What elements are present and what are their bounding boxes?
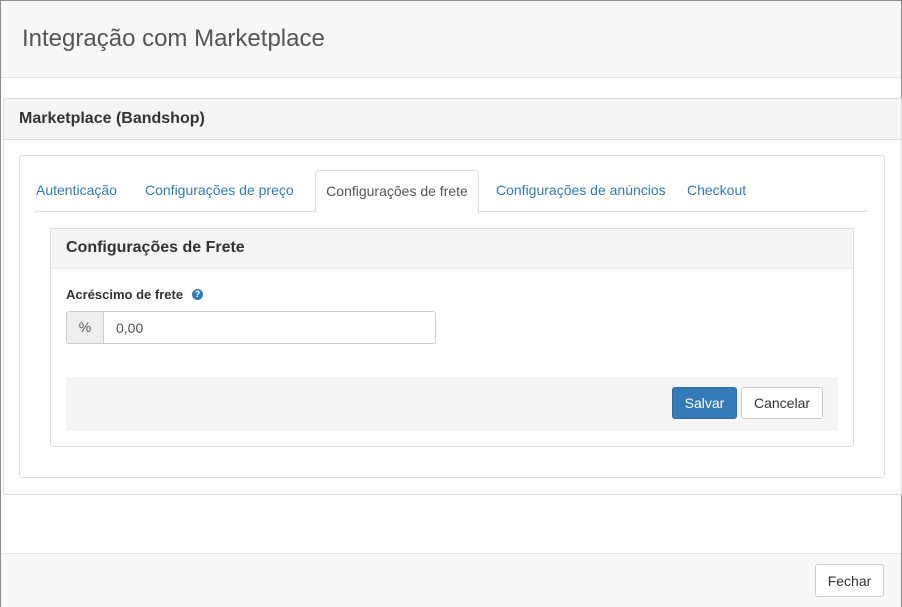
panel-title: Marketplace (Bandshop)	[19, 110, 205, 127]
acrescimo-frete-input-group: %	[66, 311, 436, 344]
modal-title: Integração com Marketplace	[22, 25, 325, 52]
tab-label: Autenticação	[36, 182, 117, 198]
frete-panel-heading: Configurações de Frete	[51, 229, 853, 269]
percent-addon: %	[66, 311, 104, 344]
tab-configuracoes-frete[interactable]: Configurações de frete	[315, 170, 479, 213]
tab-label: Configurações de anúncios	[496, 182, 666, 198]
marketplace-panel: Marketplace (Bandshop) Autenticação Conf…	[3, 98, 902, 495]
save-button[interactable]: Salvar	[672, 387, 737, 419]
panel-heading: Marketplace (Bandshop)	[4, 99, 901, 140]
marketplace-modal: Integração com Marketplace Marketplace (…	[0, 0, 902, 607]
tab-checkout[interactable]: Checkout	[687, 170, 747, 211]
tab-label: Configurações de frete	[326, 183, 468, 199]
tab-bar: Autenticação Configurações de preço Conf…	[34, 170, 868, 213]
tab-label: Checkout	[687, 182, 747, 198]
modal-header: Integração com Marketplace	[1, 1, 901, 78]
frete-panel: Configurações de Frete Acréscimo de fret…	[50, 228, 854, 447]
acrescimo-frete-input[interactable]	[103, 311, 436, 344]
acrescimo-frete-label: Acréscimo de frete	[66, 287, 184, 302]
tabs-container: Autenticação Configurações de preço Conf…	[19, 155, 885, 478]
tab-label: Configurações de preço	[145, 182, 294, 198]
form-actions: Salvar Cancelar	[66, 377, 838, 431]
tab-configuracoes-anuncios[interactable]: Configurações de anúncios	[496, 170, 666, 211]
close-button[interactable]: Fechar	[815, 564, 884, 597]
frete-panel-title: Configurações de Frete	[66, 239, 245, 256]
tab-autenticacao[interactable]: Autenticação	[36, 170, 128, 211]
cancel-button[interactable]: Cancelar	[741, 387, 823, 419]
modal-footer: Fechar	[1, 553, 901, 607]
tab-configuracoes-preco[interactable]: Configurações de preço	[145, 170, 295, 211]
question-circle-icon[interactable]: ?	[192, 289, 203, 300]
